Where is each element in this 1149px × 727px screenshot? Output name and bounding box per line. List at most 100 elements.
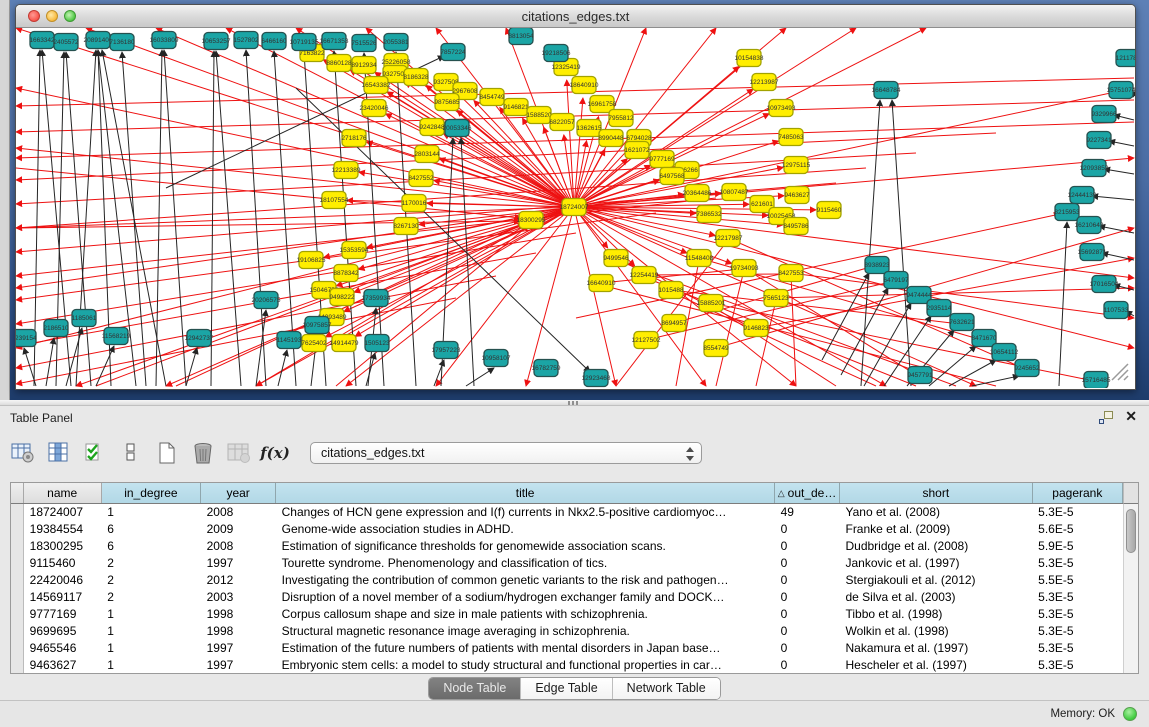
table-row[interactable]: 911546021997Tourette syndrome. Phenomeno… <box>11 554 1123 571</box>
scrollbar-corner <box>1123 483 1138 504</box>
graph-node-label: 7632621 <box>949 319 975 326</box>
graph-node-label: 18724007 <box>560 204 589 211</box>
graph-node-label: 10719135 <box>290 39 319 46</box>
graph-node-label: 6497568 <box>659 173 685 180</box>
graph-node-label: 7136180 <box>109 39 135 46</box>
column-header-out_de[interactable]: △out_de… <box>775 483 840 503</box>
graph-node-label: 16033809 <box>150 37 179 44</box>
graph-node-label: 1362615 <box>576 125 602 132</box>
table-row[interactable]: 1830029562008Estimation of significance … <box>11 537 1123 554</box>
new-document-icon[interactable] <box>152 438 182 468</box>
graph-node-label: 16210643 <box>1075 222 1104 229</box>
graph-node-label: 1145193 <box>277 337 302 344</box>
vertical-scrollbar[interactable] <box>1123 504 1138 673</box>
graph-node-label: 6822057 <box>549 119 575 126</box>
graph-node-label: 1185061 <box>72 315 97 322</box>
table-row[interactable]: 969969511998Structural magnetic resonanc… <box>11 622 1123 639</box>
table-selector-dropdown[interactable]: citations_edges.txt <box>310 442 702 464</box>
graph-node-label: 8215953 <box>1054 209 1080 216</box>
table-row[interactable]: 1872400712008Changes of HCN gene express… <box>11 503 1123 520</box>
window-resize-grip[interactable] <box>1112 364 1128 380</box>
graph-node-label: 10973493 <box>767 105 796 112</box>
graph-node-label: 11548408 <box>685 255 714 262</box>
graph-node-label: 16961758 <box>588 101 617 108</box>
left-edge-strip <box>0 0 10 400</box>
graph-node-label: 17359934 <box>362 295 391 302</box>
table-row[interactable]: 977716911998Corpus callosum shape and si… <box>11 605 1123 622</box>
graph-node-label: 10807487 <box>720 189 749 196</box>
graph-node-label: 7625402 <box>301 340 327 347</box>
graph-node-label: 19734093 <box>730 265 759 272</box>
node-table-grid[interactable]: namein_degreeyeartitle△out_de…shortpager… <box>11 483 1123 673</box>
table-row[interactable]: 1938455462009Genome-wide association stu… <box>11 520 1123 537</box>
float-panel-icon[interactable] <box>1099 411 1113 424</box>
table-header-row[interactable]: namein_degreeyeartitle△out_de…shortpager… <box>11 483 1123 503</box>
graph-node-label: 8878342 <box>333 270 359 277</box>
column-header-in_degree[interactable]: in_degree <box>101 483 200 503</box>
graph-node-label: 8860128 <box>326 60 352 67</box>
divider-grip[interactable] <box>568 401 580 405</box>
graph-node-label: 8454749 <box>479 94 505 101</box>
tab-node-table[interactable]: Node Table <box>429 678 521 699</box>
graph-node-label: 8938923 <box>864 262 890 269</box>
dropdown-arrows-icon <box>685 446 694 462</box>
graph-node-label: 12217987 <box>714 235 743 242</box>
graph-node-label: 1527802 <box>233 37 259 44</box>
graph-node-label: 17957223 <box>432 347 461 354</box>
graph-node-label: 9146821 <box>503 104 529 111</box>
network-canvas[interactable]: 7163822886012889129342522605893275058186… <box>16 28 1135 388</box>
function-builder-icon[interactable]: f(x) <box>260 438 290 468</box>
graph-node-label: 16640910 <box>587 280 616 287</box>
graph-node-label: 7515526 <box>351 40 377 47</box>
graph-node-label: 6479197 <box>883 277 909 284</box>
memory-status-icon[interactable] <box>1123 707 1137 721</box>
graph-node-label: 18640910 <box>570 82 599 89</box>
graph-node-label: 1107533 <box>1104 307 1129 314</box>
column-header-title[interactable]: title <box>276 483 775 503</box>
graph-node-label: 12127502 <box>632 337 661 344</box>
table-row[interactable]: 946362711997Embryonic stem cells: a mode… <box>11 656 1123 673</box>
graph-node-label: 9498222 <box>329 294 355 301</box>
column-header-pagerank[interactable]: pagerank <box>1032 483 1122 503</box>
graph-node-label: 1211786 <box>1116 55 1135 62</box>
graph-node-label: 7857224 <box>440 49 466 56</box>
close-panel-icon[interactable]: ✕ <box>1125 408 1137 425</box>
network-view-window: citations_edges.txt 71638228860128891293… <box>15 4 1136 390</box>
table-toolbar: f(x) citations_edges.txt <box>8 434 702 472</box>
graph-node-label: 1239154 <box>16 335 37 342</box>
column-header-short[interactable]: short <box>839 483 1032 503</box>
delete-trash-icon[interactable] <box>188 438 218 468</box>
network-window-title: citations_edges.txt <box>16 9 1135 24</box>
network-window-titlebar[interactable]: citations_edges.txt <box>16 5 1135 28</box>
node-table: namein_degreeyeartitle△out_de…shortpager… <box>10 482 1139 674</box>
memory-status-label: Memory: OK <box>1050 708 1115 720</box>
graph-node-label: 19218506 <box>542 50 571 57</box>
select-rows-icon[interactable] <box>80 438 110 468</box>
citation-graph[interactable]: 7163822886012889129342522605893275058186… <box>16 28 1135 388</box>
graph-node-label: 12213389 <box>332 167 361 174</box>
graph-node-label: 16648784 <box>872 87 901 94</box>
graph-node-label: 14914479 <box>330 340 359 347</box>
table-column-icon[interactable] <box>44 438 74 468</box>
graph-node-label: 1505123 <box>364 340 390 347</box>
table-row[interactable]: 946554611997Estimation of the future num… <box>11 639 1123 656</box>
table-row[interactable]: 2242004622012Investigating the contribut… <box>11 571 1123 588</box>
tab-edge-table[interactable]: Edge Table <box>521 678 612 699</box>
column-header-year[interactable]: year <box>201 483 276 503</box>
table-settings-icon[interactable] <box>8 438 38 468</box>
graph-node-label: 12325419 <box>552 64 581 71</box>
rows-icon[interactable] <box>116 438 146 468</box>
tab-network-table[interactable]: Network Table <box>613 678 720 699</box>
graph-node-label: 12975115 <box>782 162 811 169</box>
scrollbar-thumb[interactable] <box>1126 509 1136 553</box>
graph-node-label: 12942737 <box>185 335 214 342</box>
graph-node-label: 7485063 <box>778 134 804 141</box>
table-row[interactable]: 1456911722003Disruption of a novel membe… <box>11 588 1123 605</box>
graph-node-label: 12444139 <box>1068 192 1097 199</box>
graph-node-label: 6466160 <box>261 38 287 45</box>
graph-node-label: 8813054 <box>508 33 534 40</box>
column-header-name[interactable]: name <box>23 483 101 503</box>
graph-node-label: 8471670 <box>971 335 997 342</box>
delete-table-icon <box>224 438 254 468</box>
graph-node-label: 7955812 <box>608 115 634 122</box>
